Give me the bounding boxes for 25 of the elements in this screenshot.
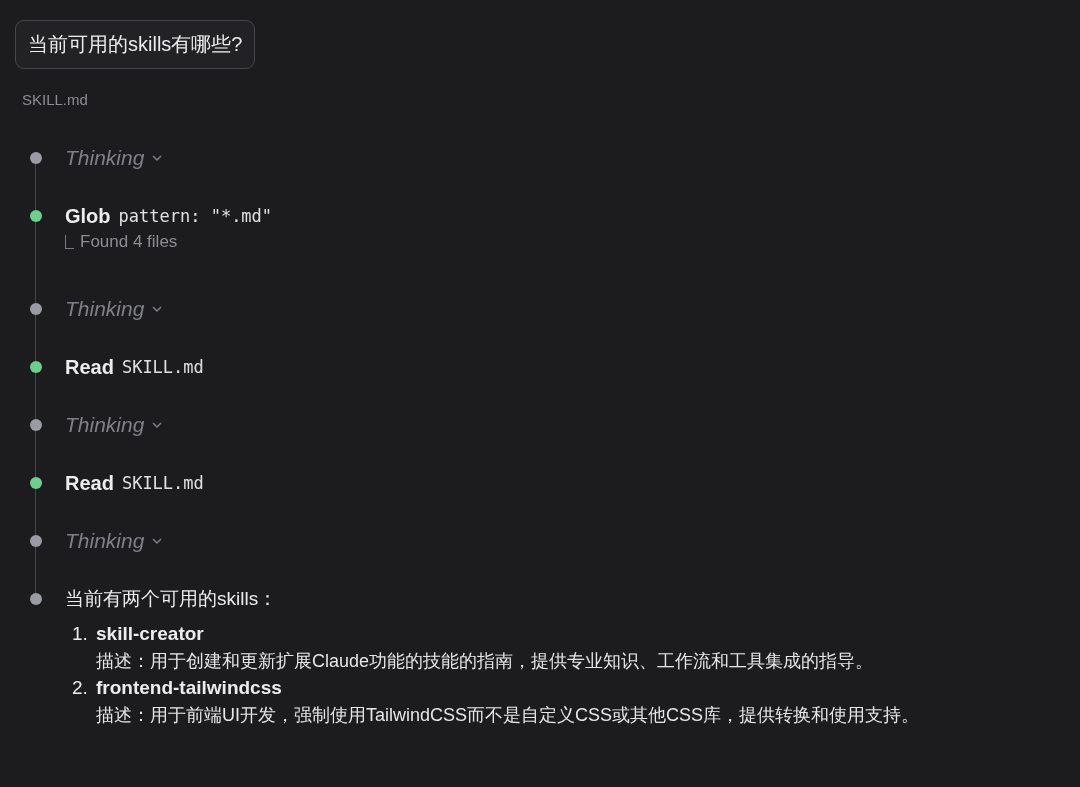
skill-description: 描述：用于前端UI开发，强制使用TailwindCSS而不是自定义CSS或其他CSS库，提供转换和使用支持。 [96, 704, 920, 727]
chevron-down-icon[interactable] [152, 154, 163, 162]
thinking-label[interactable]: Thinking [65, 529, 145, 553]
user-question: 当前可用的skills有哪些? [15, 20, 256, 69]
list-number: 1. [72, 623, 89, 645]
attachment-filename[interactable]: SKILL.md [22, 91, 88, 108]
chevron-down-icon[interactable] [152, 537, 163, 545]
skill-title: frontend-tailwindcss [96, 677, 283, 699]
tool-name: Read [65, 471, 114, 495]
tool-arguments: SKILL.md [121, 473, 204, 493]
tool-result: Found 4 files [80, 232, 178, 252]
list-number: 2. [72, 677, 89, 699]
tool-name: Read [65, 355, 114, 379]
chevron-down-icon[interactable] [152, 305, 163, 313]
thinking-label[interactable]: Thinking [65, 146, 145, 170]
chevron-down-icon[interactable] [152, 421, 163, 429]
skill-title: skill-creator [96, 623, 205, 645]
tool-arguments: pattern: "*.md" [118, 206, 273, 226]
tool-name: Glob [65, 204, 111, 228]
thinking-label[interactable]: Thinking [65, 413, 145, 437]
answer-intro: 当前有两个可用的skills： [65, 587, 278, 611]
thinking-label[interactable]: Thinking [65, 297, 145, 321]
branch-corner-icon [65, 235, 74, 249]
tool-arguments: SKILL.md [121, 357, 204, 377]
skill-description: 描述：用于创建和更新扩展Claude功能的技能的指南，提供专业知识、工作流和工具集成的指导。 [96, 650, 875, 673]
